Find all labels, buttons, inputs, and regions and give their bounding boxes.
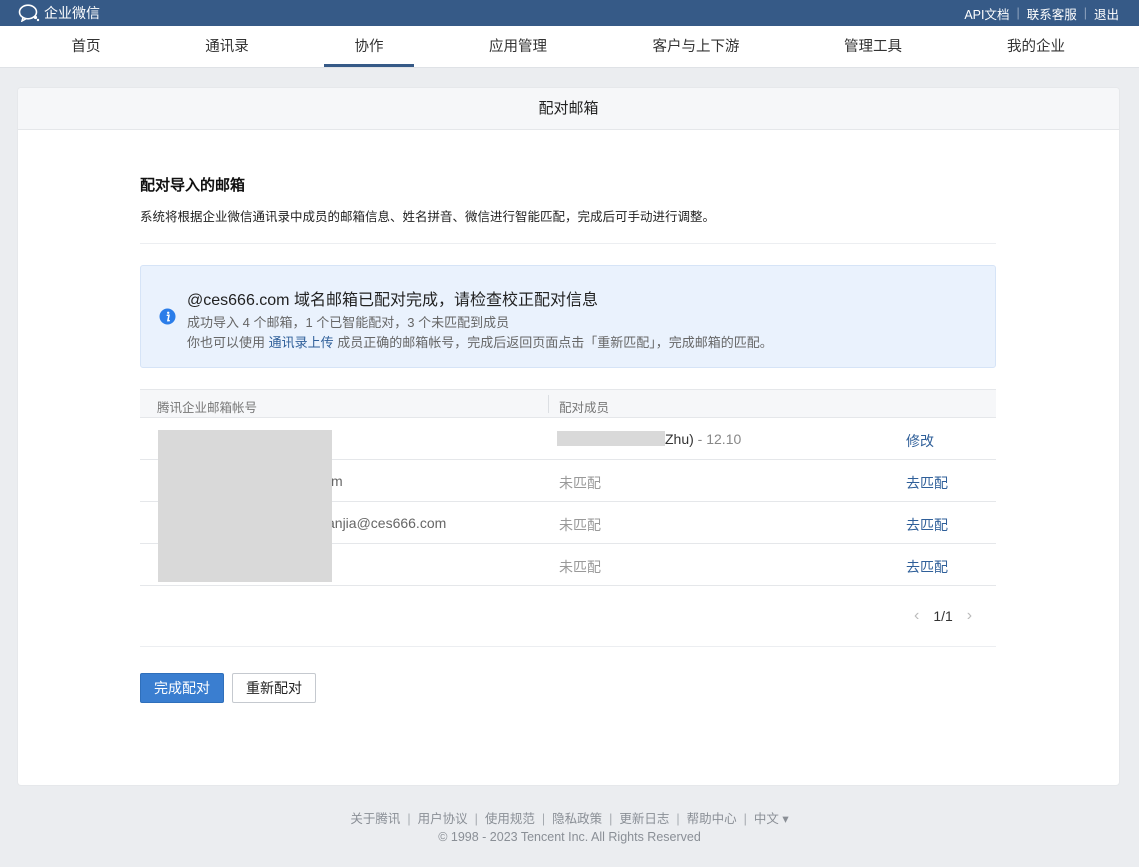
section-title: 配对导入的邮箱 bbox=[140, 177, 246, 194]
footer-links: 关于腾讯 | 用户协议 | 使用规范 | 隐私政策 | 更新日志 | 帮助中心 | 中文 ▾ bbox=[0, 808, 1139, 827]
footer-link-privacy[interactable]: 隐私政策 bbox=[552, 812, 602, 826]
table-header: 腾讯企业邮箱帐号 配对成员 bbox=[140, 389, 996, 418]
member-cell: Zhu) - 12.10 bbox=[665, 431, 741, 447]
copyright: © 1998 - 2023 Tencent Inc. All Rights Re… bbox=[438, 830, 701, 844]
match-button[interactable]: 去匹配 bbox=[906, 473, 948, 493]
finish-match-button[interactable]: 完成配对 bbox=[140, 673, 224, 703]
footer-link-about[interactable]: 关于腾讯 bbox=[350, 812, 400, 826]
notice-hint: 你也可以使用 通讯录上传 成员正确的邮箱帐号，完成后返回页面点击「重新匹配」，完… bbox=[187, 332, 773, 351]
notice-hint-suffix: 成员正确的邮箱帐号，完成后返回页面点击「重新匹配」，完成邮箱的匹配。 bbox=[333, 335, 773, 350]
info-icon bbox=[159, 308, 176, 325]
notice-summary: 成功导入 4 个邮箱，1 个已智能配对，3 个未匹配到成员 bbox=[187, 315, 510, 330]
notice-hint-prefix: 你也可以使用 bbox=[187, 335, 269, 350]
tab-home[interactable]: 首页 bbox=[72, 26, 101, 68]
footer-link-agreement[interactable]: 用户协议 bbox=[418, 812, 468, 826]
divider bbox=[140, 243, 996, 244]
tab-app-management[interactable]: 应用管理 bbox=[489, 26, 547, 68]
tab-collaboration[interactable]: 协作 bbox=[355, 26, 384, 68]
member-cell: 未匹配 bbox=[559, 517, 601, 533]
column-header-email: 腾讯企业邮箱帐号 bbox=[157, 401, 258, 415]
divider: | bbox=[407, 812, 411, 826]
contacts-upload-link[interactable]: 通讯录上传 bbox=[269, 335, 334, 350]
logout-link[interactable]: 退出 bbox=[1094, 4, 1119, 23]
redacted-block bbox=[557, 431, 665, 446]
page-title: 配对邮箱 bbox=[18, 88, 1119, 130]
top-links: API文档 | 联系客服 | 退出 bbox=[964, 0, 1119, 26]
main-nav: 首页 通讯录 协作 应用管理 客户与上下游 管理工具 我的企业 bbox=[0, 26, 1139, 68]
email-cell: m bbox=[331, 473, 343, 489]
member-cell: 未匹配 bbox=[559, 559, 601, 575]
notice-title: @ces666.com 域名邮箱已配对完成，请检查校正配对信息 bbox=[187, 292, 598, 309]
section-description: 系统将根据企业微信通讯录中成员的邮箱信息、姓名拼音、微信进行智能匹配，完成后可手… bbox=[140, 210, 716, 224]
redacted-block bbox=[158, 430, 332, 582]
divider: | bbox=[676, 812, 680, 826]
member-name: Zhu) bbox=[665, 431, 694, 447]
divider: | bbox=[541, 812, 546, 826]
edit-match-button[interactable]: 修改 bbox=[906, 431, 934, 451]
pagination: ‹ 1/1 › bbox=[914, 605, 972, 627]
footer-link-help[interactable]: 帮助中心 bbox=[687, 812, 737, 826]
wecom-logo-icon bbox=[18, 4, 40, 22]
chevron-left-icon[interactable]: ‹ bbox=[914, 607, 919, 625]
rematch-button[interactable]: 重新配对 bbox=[232, 673, 316, 703]
tab-management-tools[interactable]: 管理工具 bbox=[844, 26, 902, 68]
divider bbox=[140, 646, 996, 647]
contact-support-link[interactable]: 联系客服 bbox=[1027, 4, 1077, 23]
tab-contacts[interactable]: 通讯录 bbox=[205, 26, 249, 68]
member-dept: - 12.10 bbox=[693, 431, 742, 447]
divider: | bbox=[474, 812, 478, 826]
divider: | bbox=[609, 812, 613, 826]
notice-banner: @ces666.com 域名邮箱已配对完成，请检查校正配对信息 成功导入 4 个… bbox=[140, 265, 996, 368]
api-docs-link[interactable]: API文档 bbox=[964, 4, 1009, 23]
divider: | bbox=[1016, 6, 1020, 20]
tab-customers[interactable]: 客户与上下游 bbox=[653, 26, 740, 68]
column-divider bbox=[548, 395, 549, 413]
chevron-right-icon[interactable]: › bbox=[967, 607, 972, 625]
column-header-member: 配对成员 bbox=[559, 401, 610, 415]
language-select[interactable]: 中文 ▾ bbox=[754, 812, 789, 826]
top-bar: 企业微信 API文档 | 联系客服 | 退出 bbox=[0, 0, 1139, 26]
tab-my-company[interactable]: 我的企业 bbox=[1007, 26, 1065, 68]
match-button[interactable]: 去匹配 bbox=[906, 557, 948, 577]
member-cell: 未匹配 bbox=[559, 475, 601, 491]
footer-link-rules[interactable]: 使用规范 bbox=[485, 812, 535, 826]
footer-link-changelog[interactable]: 更新日志 bbox=[619, 812, 669, 826]
active-tab-indicator bbox=[324, 64, 414, 67]
page-indicator: 1/1 bbox=[933, 608, 953, 624]
divider: | bbox=[743, 812, 747, 826]
email-cell: anjia@ces666.com bbox=[327, 515, 447, 531]
divider: | bbox=[1083, 6, 1087, 20]
app-logo[interactable]: 企业微信 bbox=[18, 3, 100, 23]
app-name: 企业微信 bbox=[44, 5, 100, 21]
match-button[interactable]: 去匹配 bbox=[906, 515, 948, 535]
